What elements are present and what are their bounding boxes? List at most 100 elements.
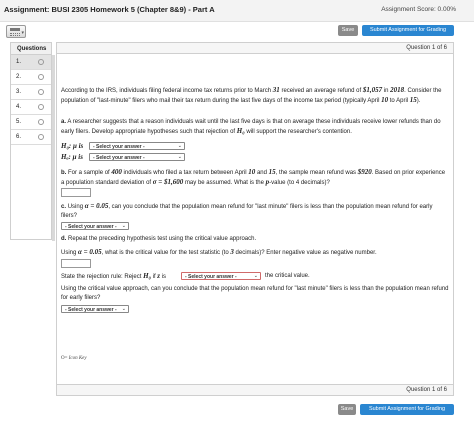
questions-sidebar: Questions 1. 2. 3. 4. 5. 6. — [10, 42, 55, 241]
select-placeholder: - Select your answer - — [93, 155, 145, 161]
intro-day: 31 — [272, 86, 280, 94]
part-b-text: may be assumed. What is the — [184, 180, 264, 186]
status-circle-icon — [38, 89, 44, 95]
population-sigma: σ = $1,600 — [152, 178, 184, 186]
intro-year: 2018 — [390, 86, 405, 94]
status-circle-icon — [38, 104, 44, 110]
critical-value-input[interactable] — [61, 259, 91, 268]
sample-mean: $920 — [357, 168, 372, 176]
intro-text: in — [383, 88, 389, 94]
part-a-label: a. — [61, 119, 67, 125]
calculator-screen — [10, 28, 20, 31]
question-number: 4. — [16, 104, 22, 110]
part-b-text: , the sample mean refund was — [275, 170, 357, 176]
calculator-icon[interactable]: ▾ — [6, 25, 26, 38]
key-icon: O= — [61, 356, 68, 361]
part-c-text: , can you conclude that the population m… — [61, 204, 433, 219]
question-number: 6. — [16, 134, 22, 140]
sidebar-item-question-3[interactable]: 3. — [11, 85, 51, 100]
save-button-bottom[interactable]: Save — [338, 404, 356, 415]
part-d: d. Repeat the preceding hypothesis test … — [61, 235, 449, 244]
chevron-down-icon: ⌄ — [253, 273, 258, 279]
assignment-title: Assignment: BUSI 2305 Homework 5 (Chapte… — [4, 5, 215, 14]
assignment-score: Assignment Score: 0.00% — [381, 6, 456, 13]
part-d-text: decimals)? Enter negative value as negat… — [235, 250, 377, 256]
part-b-text: and — [256, 170, 267, 176]
icon-key[interactable]: O= Icon Key — [61, 356, 87, 361]
intro-text: to April — [389, 98, 409, 104]
h0-row: H₀: μ is - Select your answer - ⌄ — [61, 142, 261, 151]
submit-assignment-button-bottom[interactable]: Submit Assignment for Grading — [360, 404, 454, 415]
intro-day-start: 10 — [381, 96, 389, 104]
select-placeholder: - Select your answer - — [93, 144, 145, 150]
part-d-text: , what is the critical value for the tes… — [101, 250, 229, 256]
question-content: According to the IRS, individuals filing… — [56, 54, 454, 384]
chevron-down-icon: ▾ — [21, 30, 24, 36]
part-b-day-end: 15 — [268, 168, 276, 176]
part-b-text: -value (to 4 decimals)? — [269, 180, 330, 186]
sidebar-item-question-2[interactable]: 2. — [11, 70, 51, 85]
part-c: c. Using α = 0.05, can you conclude that… — [61, 202, 449, 221]
question-number: 2. — [16, 74, 22, 80]
question-counter: Question 1 of 6 — [406, 387, 447, 393]
h0-select[interactable]: - Select your answer - ⌄ — [89, 142, 185, 150]
p-value-input[interactable] — [61, 188, 91, 197]
save-button[interactable]: Save — [338, 25, 358, 36]
part-b-label: b. — [61, 170, 67, 176]
ha-row: Hₐ: μ is - Select your answer - ⌄ — [61, 153, 261, 162]
intro-text: According to the IRS, individuals filing… — [61, 88, 272, 94]
rejection-text: is — [161, 274, 167, 280]
status-circle-icon — [38, 134, 44, 140]
z-symbol: z — [157, 272, 161, 280]
sidebar-item-question-4[interactable]: 4. — [11, 100, 51, 115]
intro-day-end: 15 — [409, 96, 417, 104]
intro-text: ). — [416, 98, 421, 104]
chevron-down-icon: ⌄ — [121, 223, 126, 229]
toolbar: ▾ Save Submit Assignment for Grading — [0, 22, 474, 42]
critical-conclusion-select[interactable]: - Select your answer - ⌄ — [61, 305, 129, 313]
submit-assignment-button[interactable]: Submit Assignment for Grading — [362, 25, 454, 36]
part-c-select[interactable]: - Select your answer - ⌄ — [61, 222, 129, 230]
rejection-rule-select[interactable]: - Select your answer - ⌄ — [181, 272, 261, 280]
critical-conclusion-question: Using the critical value approach, can y… — [61, 286, 449, 301]
ha-label: Hₐ: μ is — [61, 153, 83, 161]
assignment-header: Assignment: BUSI 2305 Homework 5 (Chapte… — [0, 0, 474, 22]
part-a: a. A researcher suggests that a reason i… — [61, 118, 449, 137]
alpha-value: α = 0.05 — [78, 248, 102, 256]
question-intro: According to the IRS, individuals filing… — [61, 86, 449, 106]
part-b-text: individuals who filed a tax return betwe… — [123, 170, 247, 176]
sidebar-item-question-1[interactable]: 1. — [11, 55, 51, 70]
question-footer: Question 1 of 6 — [56, 384, 454, 396]
part-b-text: For a sample of — [68, 170, 110, 176]
part-d-text: Repeat the preceding hypothesis test usi… — [68, 236, 257, 242]
sidebar-item-question-6[interactable]: 6. — [11, 130, 51, 145]
select-placeholder: - Select your answer - — [65, 224, 117, 230]
alpha-value: α = 0.05 — [84, 202, 109, 210]
sidebar-scrollbar[interactable] — [52, 55, 55, 241]
intro-text: received an average refund of — [281, 88, 362, 94]
ha-select[interactable]: - Select your answer - ⌄ — [89, 153, 185, 161]
select-placeholder: - Select your answer - — [185, 274, 237, 280]
question-number: 1. — [16, 59, 22, 65]
select-placeholder: - Select your answer - — [65, 307, 117, 313]
question-header: Question 1 of 6 — [56, 42, 454, 54]
part-b: b. For a sample of 400 individuals who f… — [61, 168, 449, 188]
chevron-down-icon: ⌄ — [177, 154, 182, 160]
status-circle-icon — [38, 119, 44, 125]
decimal-count: 3 — [230, 248, 234, 256]
sample-size: 400 — [111, 168, 122, 176]
sidebar-item-question-5[interactable]: 5. — [11, 115, 51, 130]
status-circle-icon — [38, 74, 44, 80]
h0-label: H₀: μ is — [61, 142, 84, 150]
critical-value-question: Using α = 0.05, what is the critical val… — [61, 248, 449, 258]
part-c-text: Using — [67, 204, 84, 210]
chevron-down-icon: ⌄ — [177, 143, 182, 149]
calculator-keys — [10, 33, 20, 36]
part-a-text-end: will support the researcher's contention… — [246, 129, 352, 135]
icon-key-label: Icon Key — [68, 356, 87, 361]
part-b-day-start: 10 — [248, 168, 256, 176]
part-d-text: Using — [61, 250, 77, 256]
rejection-text: if — [152, 274, 156, 280]
question-counter: Question 1 of 6 — [406, 45, 447, 51]
question-number: 5. — [16, 119, 22, 125]
